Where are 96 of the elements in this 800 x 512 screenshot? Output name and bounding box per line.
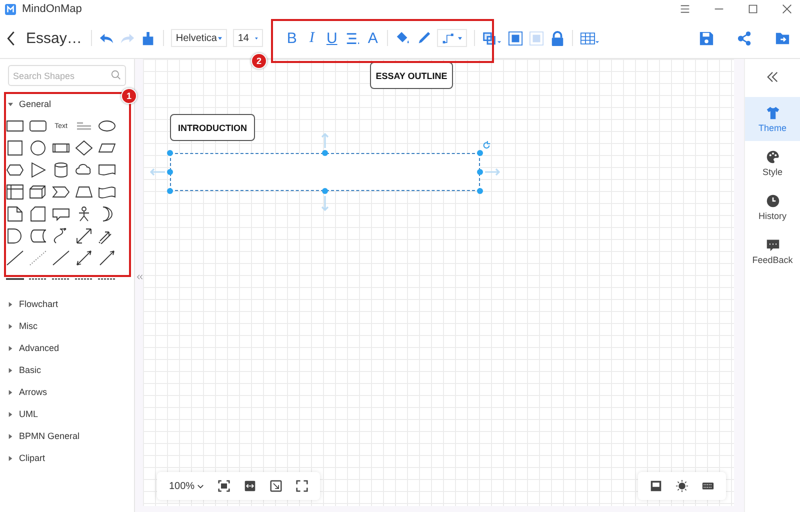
rectangle-icon[interactable] bbox=[5, 118, 25, 134]
expand-icon[interactable] bbox=[270, 480, 282, 492]
text-node[interactable]: ESSAY OUTLINE bbox=[370, 62, 453, 89]
panel-tab[interactable]: Style bbox=[745, 141, 800, 185]
close-icon[interactable] bbox=[782, 4, 792, 14]
fullscreen-icon[interactable] bbox=[296, 480, 308, 492]
share-icon[interactable] bbox=[737, 30, 752, 46]
back-icon[interactable] bbox=[6, 30, 16, 46]
hexagon-icon[interactable] bbox=[5, 162, 25, 178]
lock-icon[interactable] bbox=[550, 30, 565, 46]
tape-icon[interactable] bbox=[97, 184, 117, 200]
collapse-sidebar-icon[interactable] bbox=[136, 274, 143, 280]
caret-icon bbox=[254, 36, 258, 40]
chat-icon bbox=[766, 238, 780, 252]
resize-handle[interactable] bbox=[477, 150, 483, 156]
arrow-icon[interactable] bbox=[97, 250, 117, 266]
search-icon bbox=[111, 70, 121, 80]
italic-button[interactable]: I bbox=[304, 30, 319, 46]
internal-storage-icon[interactable] bbox=[5, 184, 25, 200]
connector-line-icon[interactable] bbox=[74, 276, 94, 282]
bold-button[interactable]: B bbox=[284, 30, 299, 46]
align-icon[interactable] bbox=[344, 30, 360, 46]
resize-handle[interactable] bbox=[167, 150, 173, 156]
background-image-icon[interactable] bbox=[650, 480, 662, 492]
rotate-icon[interactable] bbox=[482, 141, 491, 150]
caret-icon bbox=[218, 36, 222, 40]
note-icon[interactable] bbox=[5, 206, 25, 222]
document-icon[interactable] bbox=[97, 162, 117, 178]
data-storage-icon[interactable] bbox=[28, 228, 48, 244]
step-badge: 2 bbox=[251, 53, 267, 69]
category-header[interactable]: General bbox=[8, 96, 52, 112]
category-header[interactable]: Misc bbox=[8, 315, 38, 337]
line-icon[interactable] bbox=[51, 250, 71, 266]
panel-tab[interactable]: FeedBack bbox=[745, 229, 800, 273]
fit-screen-icon[interactable] bbox=[218, 480, 230, 492]
resize-handle[interactable] bbox=[477, 188, 483, 194]
font-color-button[interactable]: A bbox=[366, 30, 380, 46]
line-icon[interactable] bbox=[5, 250, 25, 266]
double-arrow-icon[interactable] bbox=[74, 228, 94, 244]
resize-handle[interactable] bbox=[167, 169, 173, 175]
export-folder-icon[interactable] bbox=[775, 30, 790, 46]
panel-tab[interactable]: History bbox=[745, 185, 800, 229]
menu-icon[interactable] bbox=[680, 4, 690, 14]
zoom-dropdown[interactable]: 100% bbox=[169, 480, 204, 492]
callout-icon[interactable] bbox=[51, 206, 71, 222]
bidirectional-arrow-icon[interactable] bbox=[74, 250, 94, 266]
format-painter-icon[interactable] bbox=[140, 30, 156, 46]
cube-icon[interactable] bbox=[28, 184, 48, 200]
category-header[interactable]: Arrows bbox=[8, 381, 48, 403]
card-icon[interactable] bbox=[28, 206, 48, 222]
dotted-line-icon[interactable] bbox=[28, 250, 48, 266]
panel-tab[interactable]: Theme bbox=[745, 97, 800, 141]
chevron-down-icon bbox=[196, 484, 204, 488]
brightness-icon[interactable] bbox=[676, 480, 688, 492]
category-header[interactable]: Clipart bbox=[8, 447, 46, 469]
caret-icon bbox=[458, 36, 462, 40]
connector-line-icon[interactable] bbox=[28, 276, 48, 282]
text-node[interactable]: INTRODUCTION bbox=[170, 114, 255, 141]
fill-bucket-icon[interactable] bbox=[394, 30, 410, 46]
save-icon[interactable] bbox=[699, 30, 714, 46]
category-header[interactable]: BPMN General bbox=[8, 425, 80, 447]
step-icon[interactable] bbox=[51, 184, 71, 200]
arrange-icon[interactable] bbox=[482, 30, 502, 46]
category-header[interactable]: Basic bbox=[8, 359, 42, 381]
search-field[interactable]: Search Shapes bbox=[8, 65, 126, 86]
diamond-icon[interactable] bbox=[74, 140, 94, 156]
window-title: MindOnMap bbox=[22, 3, 82, 15]
keyboard-icon[interactable] bbox=[702, 480, 714, 492]
document-title[interactable]: Essay… bbox=[26, 30, 82, 46]
collapse-panel-icon[interactable] bbox=[766, 71, 779, 83]
font-size-dropdown[interactable]: 14 bbox=[232, 29, 263, 47]
connector-style-dropdown[interactable] bbox=[436, 29, 467, 47]
connector-line-icon[interactable] bbox=[5, 276, 25, 282]
resize-handle[interactable] bbox=[322, 150, 328, 156]
resize-handle[interactable] bbox=[167, 188, 173, 194]
category-header[interactable]: UML bbox=[8, 403, 38, 425]
connector-icon bbox=[442, 32, 455, 44]
table-icon[interactable] bbox=[580, 30, 600, 46]
square-icon[interactable] bbox=[5, 140, 25, 156]
selected-shape[interactable] bbox=[170, 153, 480, 191]
clock-icon bbox=[766, 194, 780, 208]
palette-icon bbox=[766, 150, 780, 164]
font-dropdown[interactable]: Helvetica bbox=[170, 29, 227, 47]
trapezoid-icon[interactable] bbox=[74, 184, 94, 200]
rounded-rectangle-icon[interactable] bbox=[28, 118, 48, 134]
connector-line-icon[interactable] bbox=[51, 276, 71, 282]
bring-front-icon[interactable] bbox=[508, 30, 523, 46]
maximize-icon[interactable] bbox=[748, 4, 758, 14]
category-header[interactable]: Advanced bbox=[8, 337, 60, 359]
category-header[interactable]: Flowchart bbox=[8, 293, 58, 315]
app-logo-icon bbox=[5, 4, 16, 14]
shirt-icon bbox=[766, 106, 780, 120]
underline-button[interactable]: U bbox=[324, 30, 339, 46]
connector-line-icon[interactable] bbox=[97, 276, 117, 282]
step-badge: 1 bbox=[121, 88, 137, 104]
fit-width-icon[interactable] bbox=[244, 480, 256, 492]
